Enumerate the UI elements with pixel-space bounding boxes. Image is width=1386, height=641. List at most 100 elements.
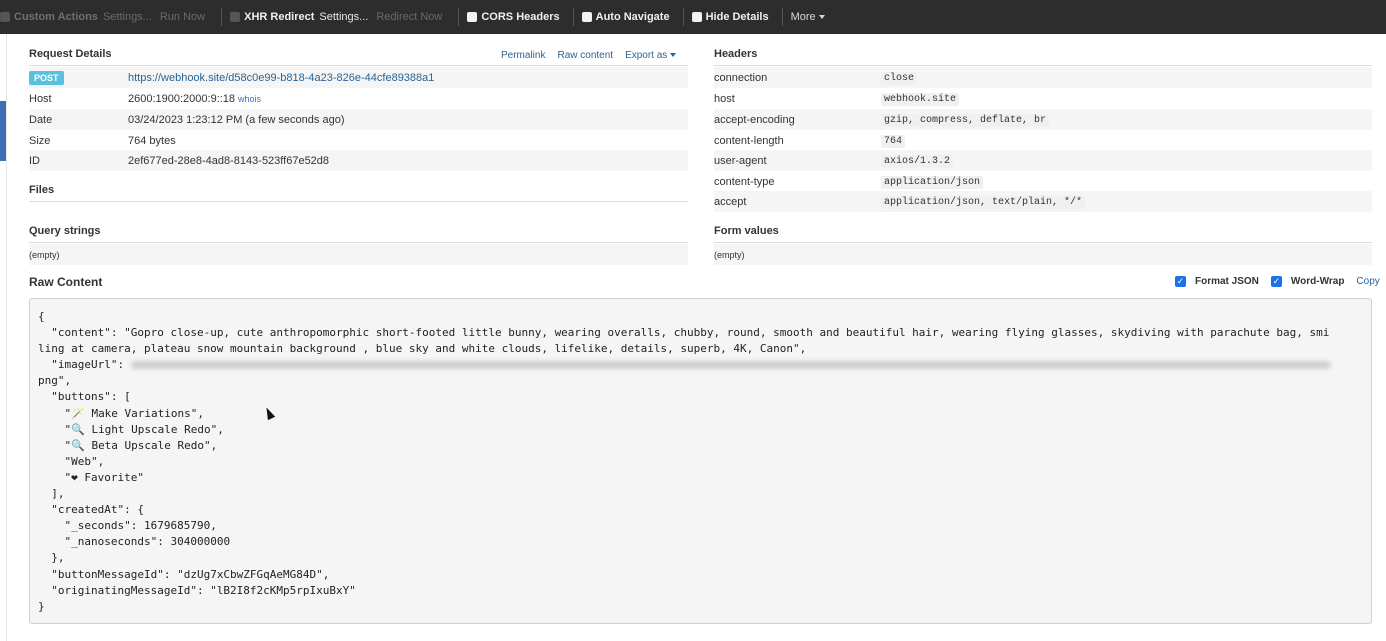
header-value-wrap: 764 bbox=[881, 134, 906, 148]
detail-key: Host bbox=[29, 92, 52, 105]
image-url-key: "imageUrl": bbox=[38, 358, 131, 372]
left-divider bbox=[6, 34, 7, 641]
custom-actions-settings-link[interactable]: Settings... bbox=[103, 11, 152, 23]
header-key: host bbox=[714, 92, 735, 105]
header-row: accept-encoding gzip, compress, deflate,… bbox=[714, 109, 1372, 130]
export-as-label: Export as bbox=[625, 50, 668, 61]
format-json-checkbox[interactable]: ✓ bbox=[1175, 276, 1186, 287]
cors-headers-checkbox[interactable] bbox=[467, 12, 478, 22]
cors-headers-group: CORS Headers bbox=[467, 0, 572, 34]
code-line: }, bbox=[38, 551, 65, 565]
header-row: host webhook.site bbox=[714, 88, 1372, 109]
header-value-wrap: application/json bbox=[881, 175, 984, 189]
code-line: "content": "Gopro close-up, cute anthrop… bbox=[38, 326, 1330, 340]
hide-details-label: Hide Details bbox=[705, 11, 769, 23]
toolbar-divider bbox=[221, 8, 223, 26]
cors-headers-label: CORS Headers bbox=[481, 11, 560, 23]
header-key: accept bbox=[714, 195, 747, 208]
custom-actions-group: Custom Actions Settings... Run Now bbox=[0, 0, 221, 34]
detail-key: Date bbox=[29, 113, 53, 126]
header-key: accept-encoding bbox=[714, 113, 795, 126]
request-url-link[interactable]: https://webhook.site/d58c0e99-b818-4a23-… bbox=[128, 72, 434, 84]
code-line: "_seconds": 1679685790, bbox=[38, 519, 217, 533]
whois-link[interactable]: whois bbox=[238, 94, 261, 104]
header-key: content-type bbox=[714, 175, 775, 188]
section-divider bbox=[714, 242, 1372, 243]
chevron-down-icon bbox=[670, 53, 677, 58]
hide-details-group: Hide Details bbox=[691, 0, 782, 34]
header-row: content-type application/json bbox=[714, 171, 1372, 192]
word-wrap-checkbox[interactable]: ✓ bbox=[1270, 276, 1282, 287]
host-value: 2600:1900:2000:9::18 bbox=[128, 92, 236, 105]
code-line: ling at camera, plateau snow mountain ba… bbox=[38, 342, 807, 356]
custom-actions-checkbox[interactable] bbox=[0, 12, 10, 22]
xhr-redirect-label: XHR Redirect bbox=[244, 11, 315, 23]
header-value: close bbox=[881, 72, 918, 85]
header-value-wrap: close bbox=[881, 71, 918, 85]
header-value: application/json bbox=[881, 176, 984, 189]
section-divider bbox=[29, 65, 688, 66]
headers-title: Headers bbox=[714, 48, 758, 60]
section-divider bbox=[29, 201, 688, 202]
top-toolbar: Custom Actions Settings... Run Now XHR R… bbox=[0, 0, 1386, 34]
export-as-dropdown[interactable]: Export as bbox=[625, 50, 677, 61]
header-value-wrap: webhook.site bbox=[881, 92, 960, 106]
toolbar-divider bbox=[781, 8, 783, 26]
word-wrap-label: Word-Wrap bbox=[1290, 276, 1345, 287]
auto-navigate-group: Auto Navigate bbox=[581, 0, 683, 34]
toolbar-divider bbox=[682, 8, 684, 26]
code-line: "buttons": [ bbox=[38, 390, 131, 404]
run-now-link[interactable]: Run Now bbox=[160, 11, 205, 23]
code-line: png", bbox=[38, 374, 72, 388]
redirect-now-link[interactable]: Redirect Now bbox=[376, 11, 442, 23]
raw-content-link[interactable]: Raw content bbox=[557, 50, 613, 61]
copy-link[interactable]: Copy bbox=[1356, 276, 1379, 287]
custom-actions-label: Custom Actions bbox=[14, 11, 98, 23]
section-divider bbox=[714, 65, 1372, 66]
detail-value: 2ef677ed-28e8-4ad8-8143-523ff67e52d8 bbox=[128, 154, 330, 167]
request-url-row: POST https://webhook.site/d58c0e99-b818-… bbox=[29, 67, 688, 88]
form-values-value: (empty) bbox=[714, 244, 1372, 265]
header-value-wrap: gzip, compress, deflate, br bbox=[881, 113, 1050, 127]
detail-row-host: Host 2600:1900:2000:9::18 whois bbox=[29, 88, 688, 109]
detail-row-size: Size 764 bytes bbox=[29, 130, 688, 151]
section-divider bbox=[29, 242, 688, 243]
more-menu-label[interactable]: More bbox=[791, 11, 816, 23]
code-line: ], bbox=[38, 487, 65, 501]
request-details-title: Request Details bbox=[29, 48, 112, 60]
header-value: axios/1.3.2 bbox=[881, 155, 954, 168]
code-line: "🪄 Make Variations", bbox=[38, 406, 205, 420]
code-line-image-url: "imageUrl": bbox=[38, 357, 1363, 373]
code-line: "originatingMessageId": "lB2I8f2cKMp5rpI… bbox=[38, 583, 356, 597]
xhr-settings-link[interactable]: Settings... bbox=[319, 11, 368, 23]
header-value: 764 bbox=[881, 135, 906, 148]
detail-value: 764 bytes bbox=[128, 134, 176, 147]
header-value-wrap: axios/1.3.2 bbox=[881, 154, 954, 168]
header-key: user-agent bbox=[714, 154, 767, 167]
detail-value: 03/24/2023 1:23:12 PM (a few seconds ago… bbox=[128, 113, 345, 126]
raw-content-title: Raw Content bbox=[29, 275, 103, 289]
xhr-redirect-checkbox[interactable] bbox=[230, 12, 241, 22]
detail-key: Size bbox=[29, 134, 51, 147]
code-line: "🔍 Light Upscale Redo", bbox=[38, 422, 224, 436]
redacted-url-blur bbox=[130, 361, 1331, 370]
detail-row-id: ID 2ef677ed-28e8-4ad8-8143-523ff67e52d8 bbox=[29, 150, 688, 171]
header-value-wrap: application/json, text/plain, */* bbox=[881, 195, 1086, 209]
files-title: Files bbox=[29, 184, 55, 196]
header-row: content-length 764 bbox=[714, 130, 1372, 151]
detail-value: 2600:1900:2000:9::18 whois bbox=[128, 93, 261, 105]
header-value: application/json, text/plain, */* bbox=[881, 196, 1086, 209]
more-menu[interactable]: More bbox=[791, 0, 833, 34]
code-line: "Web", bbox=[38, 454, 105, 468]
permalink-link[interactable]: Permalink bbox=[501, 50, 545, 61]
raw-content-box[interactable]: { "content": "Gopro close-up, cute anthr… bbox=[29, 298, 1372, 624]
form-values-title: Form values bbox=[714, 225, 779, 237]
code-line: { bbox=[38, 310, 45, 323]
query-strings-title: Query strings bbox=[29, 225, 101, 237]
detail-key: ID bbox=[29, 154, 40, 167]
hide-details-checkbox[interactable] bbox=[691, 12, 702, 22]
auto-navigate-label: Auto Navigate bbox=[595, 11, 670, 23]
auto-navigate-checkbox[interactable] bbox=[581, 12, 592, 22]
header-row: user-agent axios/1.3.2 bbox=[714, 150, 1372, 171]
code-line: "_nanoseconds": 304000000 bbox=[38, 535, 231, 549]
